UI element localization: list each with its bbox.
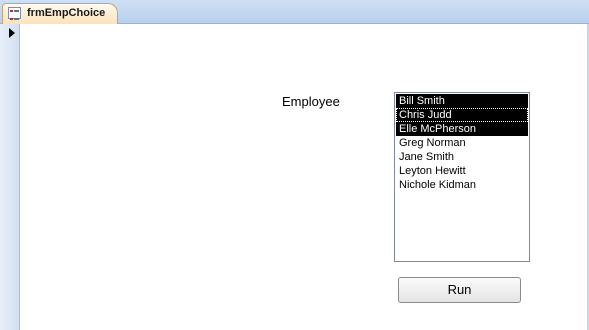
employee-listbox[interactable]: Bill Smith Chris Judd Elle McPherson Gre… [394, 92, 530, 262]
document-tab[interactable]: frmEmpChoice [2, 3, 118, 24]
record-selector[interactable] [0, 24, 20, 330]
list-item[interactable]: Elle McPherson [396, 122, 528, 136]
form-icon [8, 7, 21, 20]
list-item[interactable]: Leyton Hewitt [396, 164, 528, 178]
list-item[interactable]: Nichole Kidman [396, 178, 528, 192]
list-item[interactable]: Bill Smith [396, 94, 528, 108]
employee-label: Employee [282, 94, 340, 109]
list-item[interactable]: Jane Smith [396, 150, 528, 164]
form-body: Employee Bill Smith Chris Judd Elle McPh… [0, 24, 589, 330]
current-record-arrow-icon [9, 28, 15, 38]
document-tab-bar: frmEmpChoice [0, 0, 589, 24]
run-button[interactable]: Run [398, 277, 521, 303]
list-item[interactable]: Greg Norman [396, 136, 528, 150]
list-item[interactable]: Chris Judd [396, 108, 528, 122]
document-tab-title: frmEmpChoice [27, 7, 106, 19]
